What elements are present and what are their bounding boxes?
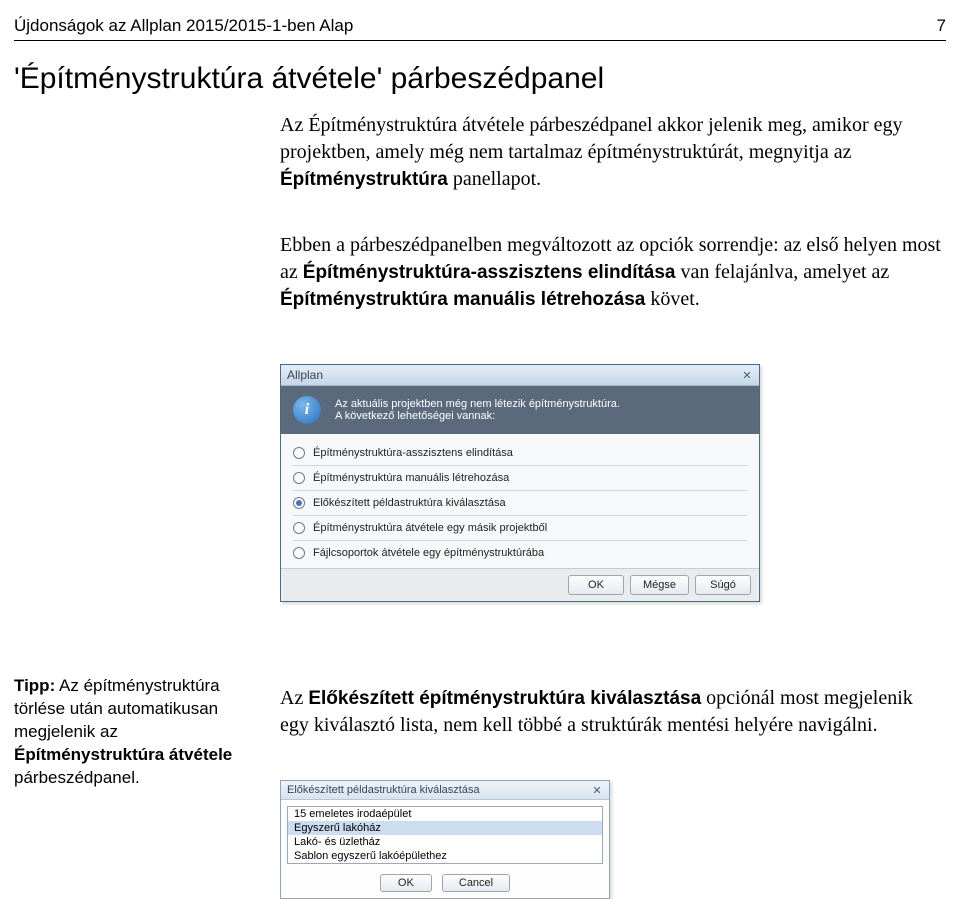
dialog-titlebar[interactable]: Allplan ✕ bbox=[281, 365, 759, 386]
page-title: 'Építménystruktúra átvétele' párbeszédpa… bbox=[14, 62, 604, 96]
tip-text-b: párbeszédpanel. bbox=[14, 768, 140, 787]
radio-option[interactable]: Építménystruktúra-asszisztens elindítása bbox=[293, 444, 747, 462]
option-label: Előkészített példastruktúra kiválasztása bbox=[313, 497, 506, 509]
para1-bold: Építménystruktúra bbox=[280, 169, 448, 190]
ok-button[interactable]: OK bbox=[380, 874, 432, 892]
para2-b1: Építménystruktúra-asszisztens elindítása bbox=[303, 262, 676, 283]
tip-bold: Építménystruktúra átvétele bbox=[14, 745, 232, 764]
info-icon: i bbox=[293, 396, 321, 424]
info-line2: A következő lehetőségei vannak: bbox=[335, 410, 620, 422]
separator bbox=[293, 540, 747, 541]
option-label: Építménystruktúra-asszisztens elindítása bbox=[313, 447, 513, 459]
option-label: Építménystruktúra manuális létrehozása bbox=[313, 472, 509, 484]
option-label: Építménystruktúra átvétele egy másik pro… bbox=[313, 522, 547, 534]
paragraph-1: Az Építménystruktúra átvétele párbeszédp… bbox=[280, 112, 946, 193]
dialog-info-text: Az aktuális projektben még nem létezik é… bbox=[335, 398, 620, 422]
list-item[interactable]: Lakó- és üzletház bbox=[288, 835, 602, 849]
help-button[interactable]: Súgó bbox=[695, 575, 751, 595]
paragraph-3: Az Előkészített építménystruktúra kivála… bbox=[280, 685, 946, 739]
para2-b2: Építménystruktúra manuális létrehozása bbox=[280, 289, 645, 310]
radio-icon[interactable] bbox=[293, 472, 305, 484]
dialog-options: Építménystruktúra-asszisztens elindítása… bbox=[281, 434, 759, 568]
radio-icon[interactable] bbox=[293, 547, 305, 559]
info-line1: Az aktuális projektben még nem létezik é… bbox=[335, 398, 620, 410]
allplan-dialog: Allplan ✕ i Az aktuális projektben még n… bbox=[280, 364, 760, 602]
dialog-title: Allplan bbox=[287, 368, 323, 382]
cancel-button[interactable]: Mégse bbox=[630, 575, 689, 595]
dialog2-title: Előkészített példastruktúra kiválasztása bbox=[287, 784, 480, 796]
paragraph-2: Ebben a párbeszédpanelben megváltozott a… bbox=[280, 232, 946, 313]
dialog2-button-bar: OK Cancel bbox=[281, 870, 609, 898]
radio-icon[interactable] bbox=[293, 497, 305, 509]
tip-label: Tipp: bbox=[14, 676, 55, 695]
list-item[interactable]: Sablon egyszerű lakóépülethez bbox=[288, 849, 602, 863]
template-select-dialog: Előkészített példastruktúra kiválasztása… bbox=[280, 780, 610, 899]
template-listbox[interactable]: 15 emeletes irodaépület Egyszerű lakóház… bbox=[287, 806, 603, 864]
para3-bold: Előkészített építménystruktúra kiválaszt… bbox=[308, 688, 701, 709]
radio-icon[interactable] bbox=[293, 522, 305, 534]
option-label: Fájlcsoportok átvétele egy építménystruk… bbox=[313, 547, 544, 559]
header-left: Újdonságok az Allplan 2015/2015-1-ben Al… bbox=[14, 16, 353, 36]
ok-button[interactable]: OK bbox=[568, 575, 624, 595]
cancel-button[interactable]: Cancel bbox=[442, 874, 510, 892]
list-item[interactable]: Egyszerű lakóház bbox=[288, 821, 602, 835]
radio-option[interactable]: Előkészített példastruktúra kiválasztása bbox=[293, 494, 747, 512]
separator bbox=[293, 515, 747, 516]
para2-d: követ. bbox=[645, 288, 699, 310]
list-item[interactable]: 15 emeletes irodaépület bbox=[288, 807, 602, 821]
separator bbox=[293, 490, 747, 491]
tip-sidebar: Tipp: Az építménystruktúra törlése után … bbox=[14, 675, 264, 790]
para3-a: Az bbox=[280, 687, 308, 709]
dialog-button-bar: OK Mégse Súgó bbox=[281, 568, 759, 601]
para2-c: van felajánlva, amelyet az bbox=[676, 261, 890, 283]
dialog-info-banner: i Az aktuális projektben még nem létezik… bbox=[281, 386, 759, 434]
dialog2-titlebar[interactable]: Előkészített példastruktúra kiválasztása… bbox=[281, 781, 609, 800]
page-number: 7 bbox=[937, 16, 946, 36]
radio-icon[interactable] bbox=[293, 447, 305, 459]
radio-option[interactable]: Fájlcsoportok átvétele egy építménystruk… bbox=[293, 544, 747, 562]
radio-option[interactable]: Építménystruktúra átvétele egy másik pro… bbox=[293, 519, 747, 537]
para1-text: Az Építménystruktúra átvétele párbeszédp… bbox=[280, 114, 903, 163]
close-icon[interactable]: ✕ bbox=[591, 784, 603, 796]
separator bbox=[293, 465, 747, 466]
page-header: Újdonságok az Allplan 2015/2015-1-ben Al… bbox=[14, 16, 946, 41]
close-icon[interactable]: ✕ bbox=[741, 369, 753, 381]
radio-option[interactable]: Építménystruktúra manuális létrehozása bbox=[293, 469, 747, 487]
para1-suffix: panellapot. bbox=[448, 168, 541, 190]
